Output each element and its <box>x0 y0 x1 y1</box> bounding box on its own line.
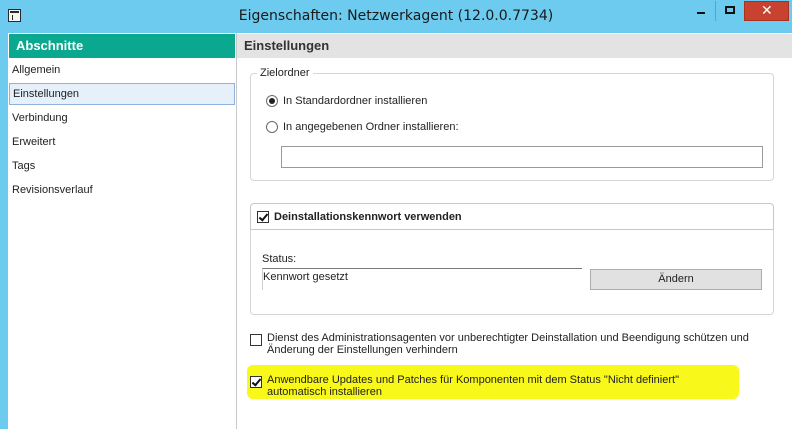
folder-path-input[interactable] <box>281 146 763 168</box>
sidebar-item-tags[interactable]: Tags <box>9 155 235 177</box>
window-title: Eigenschaften: Netzwerkagent (12.0.0.773… <box>238 8 554 24</box>
minimize-button[interactable] <box>687 1 715 21</box>
maximize-icon <box>725 6 735 14</box>
uninstall-password-header[interactable]: Deinstallationskennwort verwenden <box>250 203 774 229</box>
status-label: Status: <box>262 253 297 265</box>
radio-custom-folder[interactable]: In angegebenen Ordner installieren: <box>266 121 459 133</box>
sidebar-item-einstellungen[interactable]: Einstellungen <box>9 83 235 105</box>
target-folder-group: Zielordner In Standardordner installiere… <box>250 67 774 181</box>
status-value: Kennwort gesetzt <box>262 268 582 290</box>
settings-panel: Einstellungen Zielordner In Standardordn… <box>237 33 792 429</box>
group-legend: Zielordner <box>257 67 313 79</box>
uninstall-password-label: Deinstallationskennwort verwenden <box>274 210 462 223</box>
sidebar-item-allgemein[interactable]: Allgemein <box>9 59 235 81</box>
panel-title: Einstellungen <box>237 34 792 58</box>
sections-sidebar: Abschnitte Allgemein Einstellungen Verbi… <box>8 33 237 429</box>
uninstall-password-body: Status: Kennwort gesetzt Ändern <box>250 229 774 315</box>
close-icon: ✕ <box>761 3 773 19</box>
radio-button[interactable] <box>266 121 278 133</box>
uninstall-password-checkbox[interactable] <box>257 210 269 223</box>
radio-button[interactable] <box>266 95 278 107</box>
auto-updates-option[interactable]: Anwendbare Updates und Patches für Kompo… <box>250 374 740 398</box>
sidebar-item-revisionsverlauf[interactable]: Revisionsverlauf <box>9 179 235 201</box>
sidebar-header: Abschnitte <box>9 34 235 58</box>
minimize-icon <box>697 12 705 14</box>
close-button[interactable]: ✕ <box>744 1 789 21</box>
dialog-client: Abschnitte Allgemein Einstellungen Verbi… <box>8 33 792 429</box>
auto-updates-label: Anwendbare Updates und Patches für Kompo… <box>267 374 679 398</box>
radio-label: In Standardordner installieren <box>283 95 428 107</box>
maximize-button[interactable] <box>715 1 744 21</box>
protect-service-label: Dienst des Administrationsagenten vor un… <box>267 332 749 356</box>
sidebar-item-verbindung[interactable]: Verbindung <box>9 107 235 129</box>
auto-updates-checkbox[interactable] <box>250 376 262 388</box>
radio-default-folder[interactable]: In Standardordner installieren <box>266 95 427 107</box>
protect-service-checkbox[interactable] <box>250 334 262 346</box>
protect-service-option[interactable]: Dienst des Administrationsagenten vor un… <box>250 332 750 356</box>
change-password-button[interactable]: Ändern <box>590 269 762 290</box>
sidebar-item-erweitert[interactable]: Erweitert <box>9 131 235 153</box>
radio-label: In angegebenen Ordner installieren: <box>283 121 459 133</box>
title-bar: Eigenschaften: Netzwerkagent (12.0.0.773… <box>0 0 792 33</box>
